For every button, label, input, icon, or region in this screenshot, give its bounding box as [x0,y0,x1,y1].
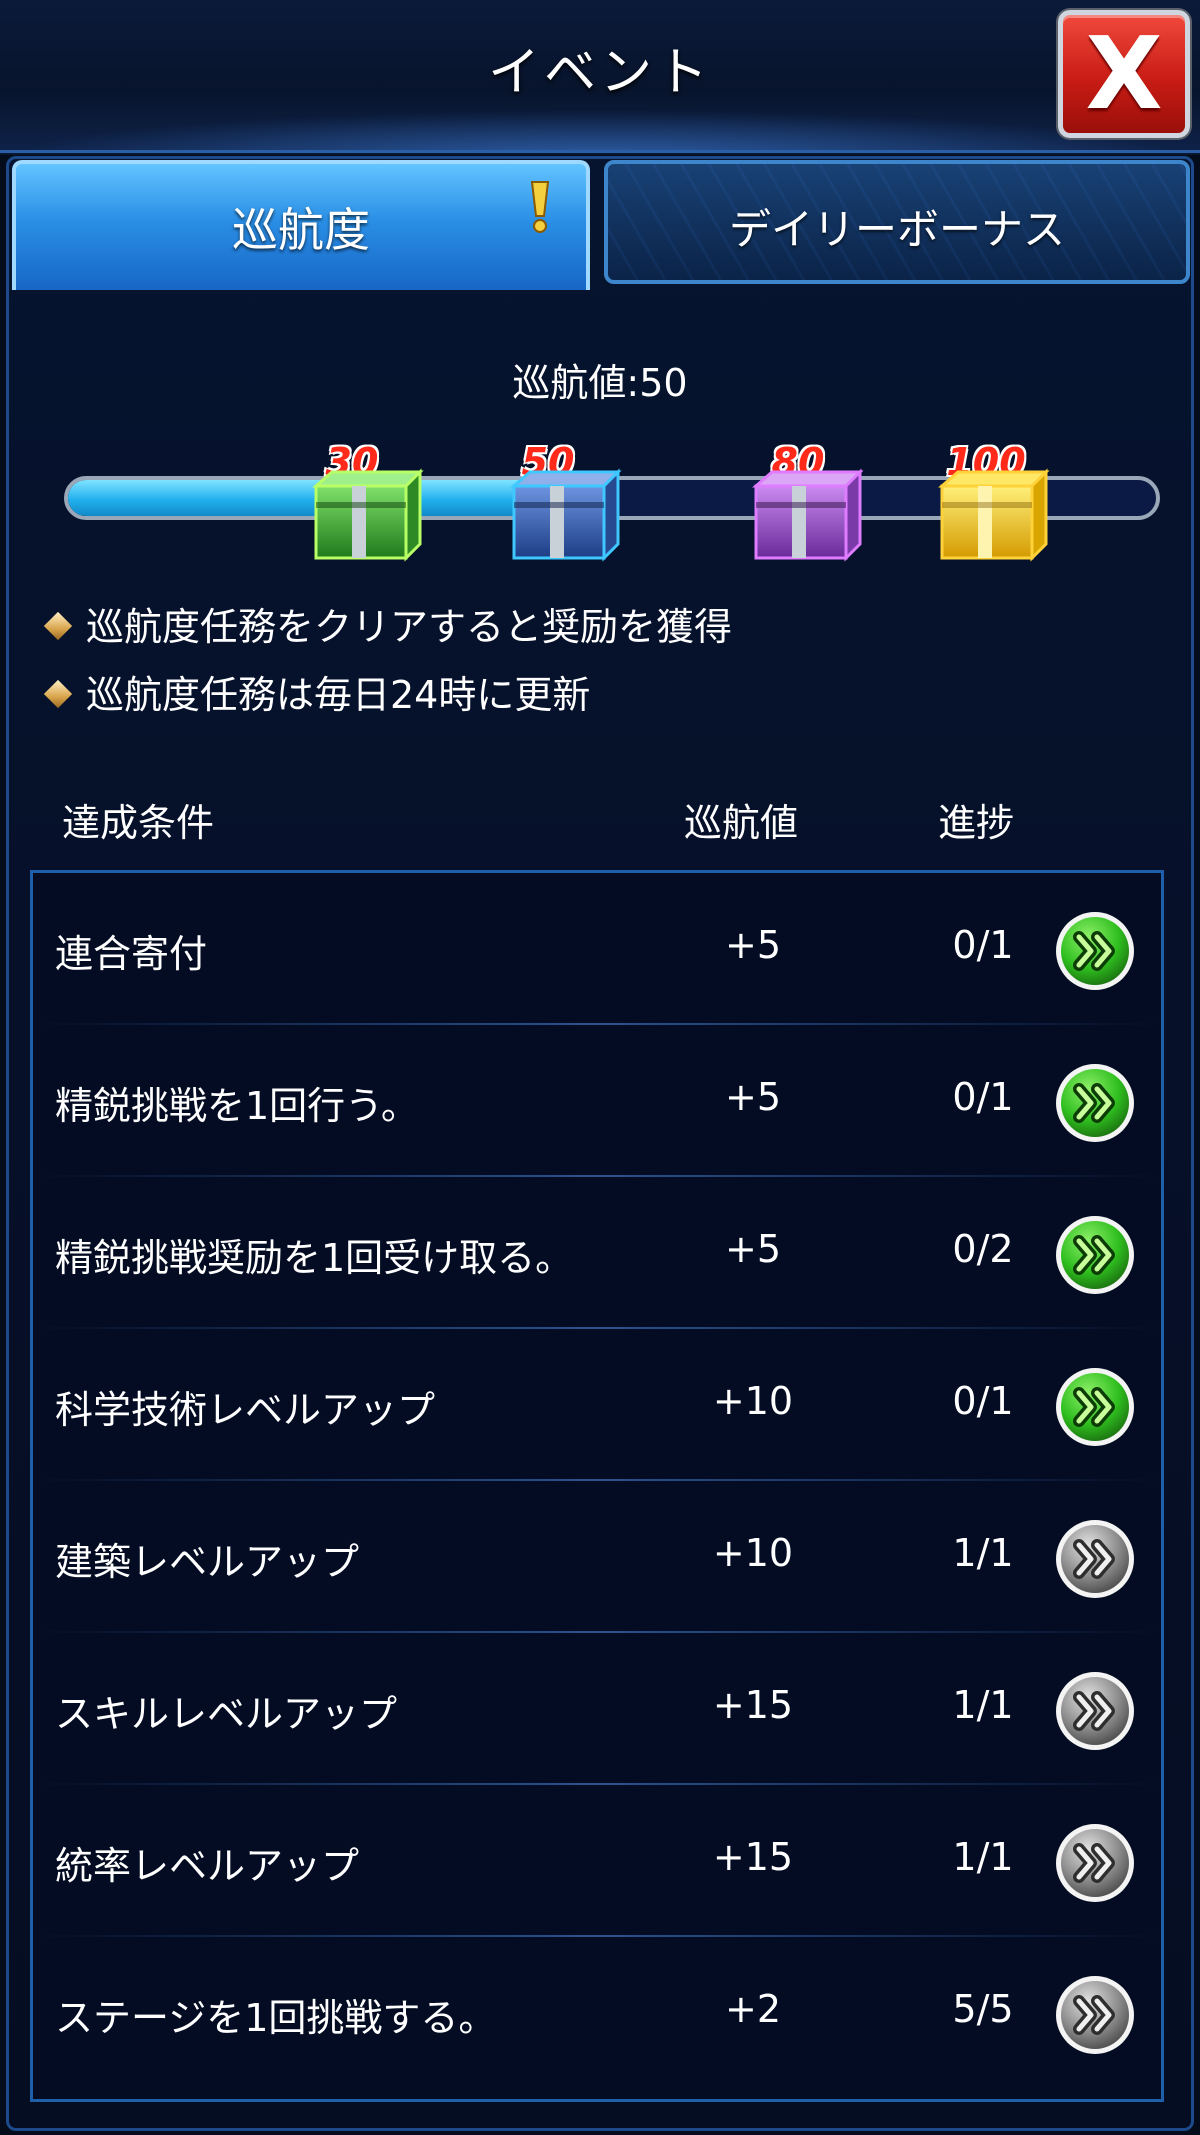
task-name: 統率レベルアップ [55,1844,360,1888]
table-row: ステージを1回挑戦する。 +2 5/5 [33,1937,1161,2089]
diamond-icon [43,679,73,708]
info-line-2: 巡航度任務は毎日24時に更新 [43,664,590,719]
go-button[interactable] [1053,1213,1137,1297]
task-points: +10 [712,1531,794,1575]
task-points: +2 [724,1987,782,2031]
reward-chest-blue[interactable] [500,462,624,562]
cruise-value-label: 巡航値:50 [512,361,688,405]
reward-chest-gold[interactable] [928,462,1052,562]
task-name: 精鋭挑戦を1回行う。 [55,1084,419,1128]
task-progress: 0/1 [952,1075,1014,1119]
task-points: +5 [724,1227,782,1271]
task-name: 精鋭挑戦奨励を1回受け取る。 [55,1236,574,1280]
go-button[interactable] [1053,909,1137,993]
go-button[interactable] [1053,1061,1137,1145]
column-header-condition: 達成条件 [62,801,215,845]
column-header-progress: 進捗 [938,801,1015,845]
reward-chest-purple[interactable] [742,462,866,562]
info-line-1: 巡航度任務をクリアすると奨励を獲得 [43,596,732,651]
go-button[interactable] [1053,1517,1137,1601]
tab-daily-bonus[interactable]: デイリーボーナス [604,160,1190,284]
task-name: 科学技術レベルアップ [55,1388,436,1432]
close-icon: X [1085,15,1163,132]
task-name: 建築レベルアップ [55,1540,360,1584]
go-button[interactable] [1053,1821,1137,1905]
page-title: イベント [487,43,712,103]
go-button[interactable] [1053,1365,1137,1449]
task-progress: 0/2 [952,1227,1014,1271]
table-row: 統率レベルアップ +15 1/1 [33,1785,1161,1937]
task-progress: 0/1 [952,1379,1014,1423]
diamond-icon [43,611,73,640]
task-progress: 5/5 [952,1987,1014,2031]
task-progress: 0/1 [952,923,1014,967]
task-name: ステージを1回挑戦する。 [55,1996,497,2040]
event-screen: イベント X 巡航度 デイリーボーナス 巡航値:50 30 50 80 100 … [0,0,1200,2135]
tab-daily-bonus-label: デイリーボーナス [728,205,1065,254]
task-progress: 1/1 [952,1683,1014,1727]
table-row: 連合寄付 +5 0/1 [33,873,1161,1025]
task-name: 連合寄付 [55,932,208,976]
tab-cruise-label: 巡航度 [232,203,370,257]
task-points: +15 [712,1683,794,1727]
close-button[interactable]: X [1058,10,1190,138]
task-name: スキルレベルアップ [55,1692,398,1736]
task-points: +10 [712,1379,794,1423]
task-points: +15 [712,1835,794,1879]
task-points: +5 [724,923,782,967]
go-button[interactable] [1053,1973,1137,2057]
table-row: 建築レベルアップ +10 1/1 [33,1481,1161,1633]
table-row: 科学技術レベルアップ +10 0/1 [33,1329,1161,1481]
task-points: +5 [724,1075,782,1119]
go-button[interactable] [1053,1669,1137,1753]
header-bar: イベント X [0,0,1200,153]
task-list: 連合寄付 +5 0/1 精鋭挑戦を1回行う。 +5 0/1 精鋭挑戦奨励を1回受け取る。 +5… [30,870,1164,2102]
task-progress: 1/1 [952,1531,1014,1575]
reward-chest-green[interactable] [302,462,426,562]
table-row: 精鋭挑戦を1回行う。 +5 0/1 [33,1025,1161,1177]
table-row: スキルレベルアップ +15 1/1 [33,1633,1161,1785]
table-row: 精鋭挑戦奨励を1回受け取る。 +5 0/2 [33,1177,1161,1329]
tab-cruise[interactable]: 巡航度 [12,160,590,290]
task-progress: 1/1 [952,1835,1014,1879]
column-header-points: 巡航値 [684,801,799,845]
exclamation-icon [530,181,550,233]
